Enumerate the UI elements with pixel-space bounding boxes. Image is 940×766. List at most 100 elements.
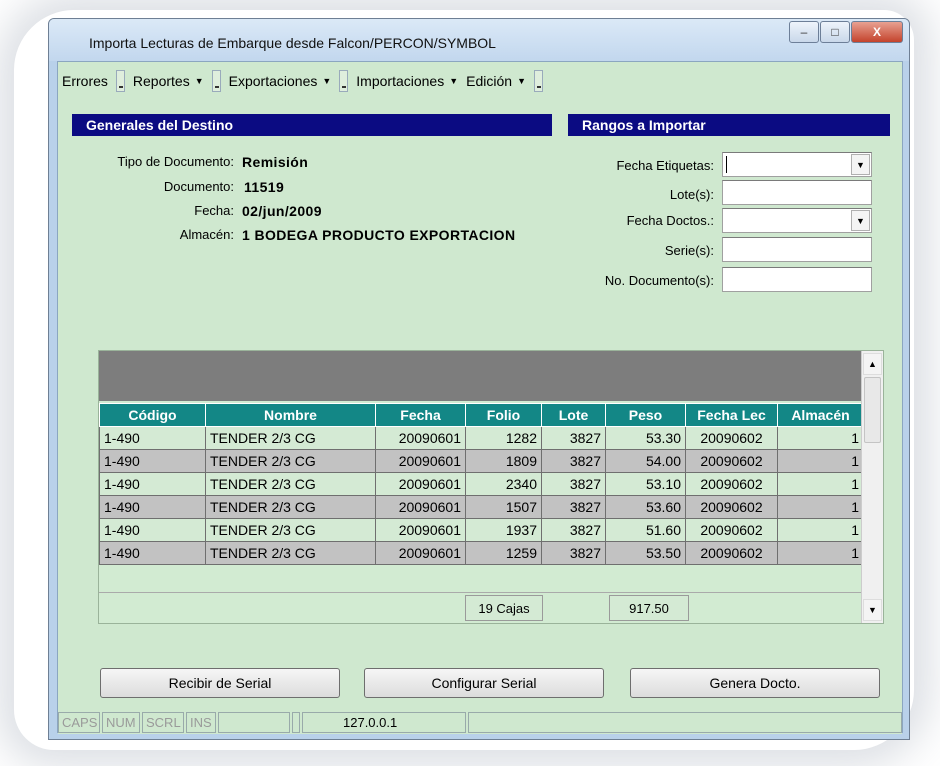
table-cell[interactable]: 20090602 <box>685 472 778 496</box>
table-cell[interactable]: 53.10 <box>605 472 686 496</box>
table-cell[interactable]: 1 <box>777 472 864 496</box>
table-row[interactable]: 1-490 TENDER 2/3 CG 20090601 1259 3827 53.50 2… <box>99 541 864 565</box>
fecha-doctos-combo[interactable]: ▼ <box>722 208 872 233</box>
column-header-almacen[interactable]: Almacén <box>777 403 864 427</box>
table-cell[interactable]: 20090602 <box>685 541 778 565</box>
table-cell[interactable]: 3827 <box>541 426 606 450</box>
table-cell[interactable]: 1937 <box>465 518 542 542</box>
configurar-serial-button[interactable]: Configurar Serial <box>364 668 604 698</box>
table-cell[interactable]: 51.60 <box>605 518 686 542</box>
status-scrl: SCRL <box>142 712 184 733</box>
column-header-peso[interactable]: Peso <box>605 403 686 427</box>
menu-separator[interactable] <box>339 70 349 92</box>
menu-separator[interactable] <box>115 70 125 92</box>
table-cell[interactable]: 1507 <box>465 495 542 519</box>
table-cell[interactable]: TENDER 2/3 CG <box>205 518 376 542</box>
scroll-down-arrow-icon[interactable]: ▼ <box>863 599 882 621</box>
table-cell[interactable]: 20090601 <box>375 541 466 565</box>
minimize-button[interactable]: – <box>789 21 819 43</box>
table-cell[interactable]: 20090601 <box>375 449 466 473</box>
table-cell[interactable]: 1 <box>777 518 864 542</box>
chevron-down-icon[interactable]: ▼ <box>851 210 870 231</box>
table-cell[interactable]: 20090601 <box>375 426 466 450</box>
table-cell[interactable]: TENDER 2/3 CG <box>205 495 376 519</box>
table-cell[interactable]: 3827 <box>541 518 606 542</box>
table-cell[interactable]: TENDER 2/3 CG <box>205 426 376 450</box>
table-cell[interactable]: 3827 <box>541 495 606 519</box>
grid-vertical-scrollbar[interactable]: ▲ ▼ <box>861 351 883 623</box>
table-cell[interactable]: 3827 <box>541 449 606 473</box>
scroll-up-arrow-icon[interactable]: ▲ <box>863 353 882 375</box>
table-cell[interactable]: 1259 <box>465 541 542 565</box>
lecturas-grid[interactable]: Código Nombre Fecha Folio Lote Peso Fech… <box>98 350 884 624</box>
table-cell[interactable]: 20090602 <box>685 449 778 473</box>
table-cell[interactable]: 1-490 <box>99 472 206 496</box>
menu-exportaciones[interactable]: Exportaciones ▼ <box>225 73 336 89</box>
column-header-fecha-lec[interactable]: Fecha Lec <box>685 403 778 427</box>
table-cell[interactable]: 53.30 <box>605 426 686 450</box>
table-cell[interactable]: 20090601 <box>375 495 466 519</box>
menu-edicion-label: Edición <box>466 73 513 89</box>
table-cell[interactable]: 1-490 <box>99 449 206 473</box>
menu-separator[interactable] <box>211 70 221 92</box>
table-cell[interactable]: 1 <box>777 426 864 450</box>
table-cell[interactable]: 1-490 <box>99 518 206 542</box>
column-header-folio[interactable]: Folio <box>465 403 542 427</box>
form-client-area: Errores Reportes ▼ Exportaciones ▼ Impor… <box>57 61 903 734</box>
table-cell[interactable]: 20090601 <box>375 518 466 542</box>
table-cell[interactable]: 1 <box>777 541 864 565</box>
table-cell[interactable]: 1 <box>777 495 864 519</box>
no-documentos-input[interactable] <box>722 267 872 292</box>
table-cell[interactable]: 3827 <box>541 541 606 565</box>
genera-docto-button[interactable]: Genera Docto. <box>630 668 880 698</box>
table-cell[interactable]: 20090602 <box>685 426 778 450</box>
table-cell[interactable]: 1-490 <box>99 495 206 519</box>
scroll-thumb[interactable] <box>864 377 881 443</box>
table-cell[interactable]: 1-490 <box>99 541 206 565</box>
menu-reportes[interactable]: Reportes ▼ <box>129 73 208 89</box>
table-cell[interactable]: 54.00 <box>605 449 686 473</box>
menu-separator[interactable] <box>533 70 543 92</box>
almacen-label: Almacén: <box>179 227 234 242</box>
lecturas-table[interactable]: Código Nombre Fecha Folio Lote Peso Fech… <box>99 403 864 565</box>
tipo-documento-label: Tipo de Documento: <box>117 154 234 169</box>
menu-edicion[interactable]: Edición ▼ <box>462 73 530 89</box>
table-cell[interactable]: 20090602 <box>685 518 778 542</box>
table-cell[interactable]: 20090602 <box>685 495 778 519</box>
menu-importaciones[interactable]: Importaciones ▼ <box>352 73 462 89</box>
table-cell[interactable]: 1809 <box>465 449 542 473</box>
table-cell[interactable]: 3827 <box>541 472 606 496</box>
table-cell[interactable]: 2340 <box>465 472 542 496</box>
column-header-lote[interactable]: Lote <box>541 403 606 427</box>
maximize-button[interactable]: □ <box>820 21 850 43</box>
table-cell[interactable]: 53.60 <box>605 495 686 519</box>
table-cell[interactable]: TENDER 2/3 CG <box>205 541 376 565</box>
table-row[interactable]: 1-490 TENDER 2/3 CG 20090601 1809 3827 54.00 2… <box>99 449 864 473</box>
series-input[interactable] <box>722 237 872 262</box>
table-row[interactable]: 1-490 TENDER 2/3 CG 20090601 2340 3827 53.10 2… <box>99 472 864 496</box>
chevron-down-icon[interactable]: ▼ <box>851 154 870 175</box>
recibir-serial-button[interactable]: Recibir de Serial <box>100 668 340 698</box>
table-cell[interactable]: 20090601 <box>375 472 466 496</box>
column-header-codigo[interactable]: Código <box>99 403 206 427</box>
lotes-input[interactable] <box>722 180 872 205</box>
title-bar[interactable]: Importa Lecturas de Embarque desde Falco… <box>49 19 909 61</box>
status-empty-panel <box>218 712 290 733</box>
fecha-etiquetas-combo[interactable]: ▼ <box>722 152 872 177</box>
table-cell[interactable]: 53.50 <box>605 541 686 565</box>
table-cell[interactable]: 1 <box>777 449 864 473</box>
table-cell[interactable]: TENDER 2/3 CG <box>205 472 376 496</box>
chevron-down-icon: ▼ <box>194 76 204 86</box>
table-cell[interactable]: 1282 <box>465 426 542 450</box>
table-row[interactable]: 1-490 TENDER 2/3 CG 20090601 1937 3827 51.60 2… <box>99 518 864 542</box>
table-cell[interactable]: 1-490 <box>99 426 206 450</box>
table-row[interactable]: 1-490 TENDER 2/3 CG 20090601 1282 3827 53.30 2… <box>99 426 864 450</box>
grid-empty-header-area <box>99 351 863 401</box>
table-row[interactable]: 1-490 TENDER 2/3 CG 20090601 1507 3827 53.60 2… <box>99 495 864 519</box>
menu-errores[interactable]: Errores <box>58 73 112 89</box>
status-divider <box>292 712 300 733</box>
column-header-fecha[interactable]: Fecha <box>375 403 466 427</box>
column-header-nombre[interactable]: Nombre <box>205 403 376 427</box>
table-cell[interactable]: TENDER 2/3 CG <box>205 449 376 473</box>
close-button[interactable]: X <box>851 21 903 43</box>
